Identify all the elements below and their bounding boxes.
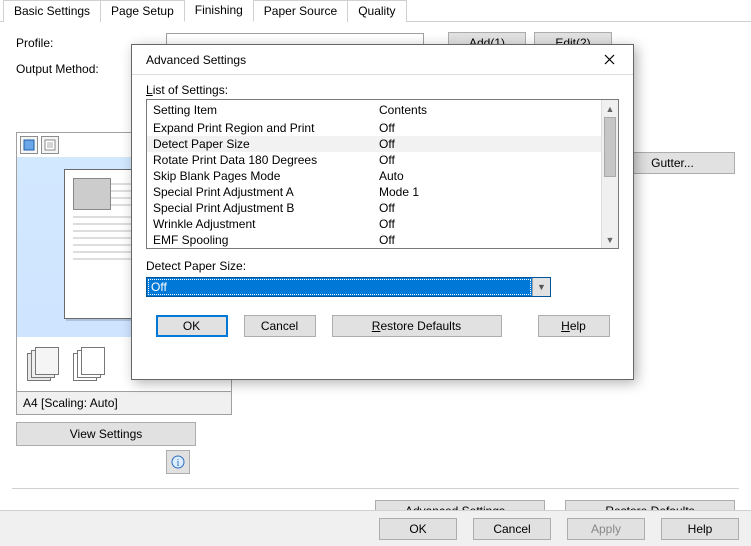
list-row[interactable]: Wrinkle AdjustmentOff	[147, 216, 618, 232]
cell-setting-item: Expand Print Region and Print	[147, 121, 377, 135]
list-label: List of Settings:	[146, 83, 619, 97]
cell-setting-item: Special Print Adjustment B	[147, 201, 377, 215]
preview-mode-icon-1[interactable]	[20, 136, 38, 154]
cell-contents: Off	[377, 233, 618, 247]
bottom-bar: OK Cancel Apply Help	[0, 510, 751, 546]
cell-contents: Off	[377, 137, 618, 151]
field-label: Detect Paper Size:	[146, 259, 619, 273]
scroll-thumb[interactable]	[604, 117, 616, 177]
scroll-up-icon[interactable]: ▲	[602, 100, 618, 117]
list-row[interactable]: Detect Paper SizeOff	[147, 136, 618, 152]
cancel-button[interactable]: Cancel	[473, 518, 551, 540]
list-row[interactable]: EMF SpoolingOff	[147, 232, 618, 248]
cell-contents: Off	[377, 217, 618, 231]
dialog-ok-button[interactable]: OK	[156, 315, 228, 337]
dialog-help-button[interactable]: Help	[538, 315, 610, 337]
list-row[interactable]: Expand Print Region and PrintOff	[147, 120, 618, 136]
preview-mode-icon-2[interactable]	[41, 136, 59, 154]
dialog-cancel-button[interactable]: Cancel	[244, 315, 316, 337]
cell-setting-item: Skip Blank Pages Mode	[147, 169, 377, 183]
collate-icon-filled[interactable]	[27, 347, 61, 381]
dialog-restore-defaults-button[interactable]: Restore Defaults	[332, 315, 502, 337]
cell-setting-item: EMF Spooling	[147, 233, 377, 247]
cell-contents: Off	[377, 201, 618, 215]
help-button[interactable]: Help	[661, 518, 739, 540]
tab-paper-source[interactable]: Paper Source	[253, 0, 348, 22]
cell-contents: Off	[377, 153, 618, 167]
cell-setting-item: Wrinkle Adjustment	[147, 217, 377, 231]
cell-setting-item: Rotate Print Data 180 Degrees	[147, 153, 377, 167]
col-setting-item: Setting Item	[147, 103, 377, 117]
list-row[interactable]: Skip Blank Pages ModeAuto	[147, 168, 618, 184]
list-row[interactable]: Rotate Print Data 180 DegreesOff	[147, 152, 618, 168]
dialog-title: Advanced Settings	[146, 53, 246, 67]
list-scrollbar[interactable]: ▲ ▼	[601, 100, 618, 248]
combo-value: Off	[147, 278, 532, 296]
list-row[interactable]: Special Print Adjustment AMode 1	[147, 184, 618, 200]
tab-strip: Basic Settings Page Setup Finishing Pape…	[0, 0, 751, 22]
close-icon[interactable]	[593, 49, 625, 71]
preview-status: A4 [Scaling: Auto]	[17, 391, 231, 414]
ok-button[interactable]: OK	[379, 518, 457, 540]
cell-setting-item: Special Print Adjustment A	[147, 185, 377, 199]
apply-button[interactable]: Apply	[567, 518, 645, 540]
cell-contents: Mode 1	[377, 185, 618, 199]
cell-setting-item: Detect Paper Size	[147, 137, 377, 151]
list-row[interactable]: Special Print Adjustment BOff	[147, 200, 618, 216]
view-settings-button[interactable]: View Settings	[16, 422, 196, 446]
tab-finishing[interactable]: Finishing	[184, 0, 254, 22]
tab-basic-settings[interactable]: Basic Settings	[3, 0, 101, 22]
settings-list[interactable]: Setting Item Contents Expand Print Regio…	[146, 99, 619, 249]
tab-page-setup[interactable]: Page Setup	[100, 0, 185, 22]
detect-paper-size-combo[interactable]: Off ▼	[146, 277, 551, 297]
cell-contents: Auto	[377, 169, 618, 183]
svg-text:i: i	[177, 458, 180, 469]
tab-quality[interactable]: Quality	[347, 0, 406, 22]
collate-icon-blank[interactable]	[73, 347, 107, 381]
col-contents: Contents	[377, 103, 618, 117]
list-header: Setting Item Contents	[147, 100, 618, 120]
advanced-settings-dialog: Advanced Settings List of Settings: Sett…	[131, 44, 634, 380]
cell-contents: Off	[377, 121, 618, 135]
scroll-down-icon[interactable]: ▼	[602, 231, 618, 248]
info-icon-button[interactable]: i	[166, 450, 190, 474]
chevron-down-icon[interactable]: ▼	[532, 278, 550, 296]
separator	[12, 488, 739, 489]
